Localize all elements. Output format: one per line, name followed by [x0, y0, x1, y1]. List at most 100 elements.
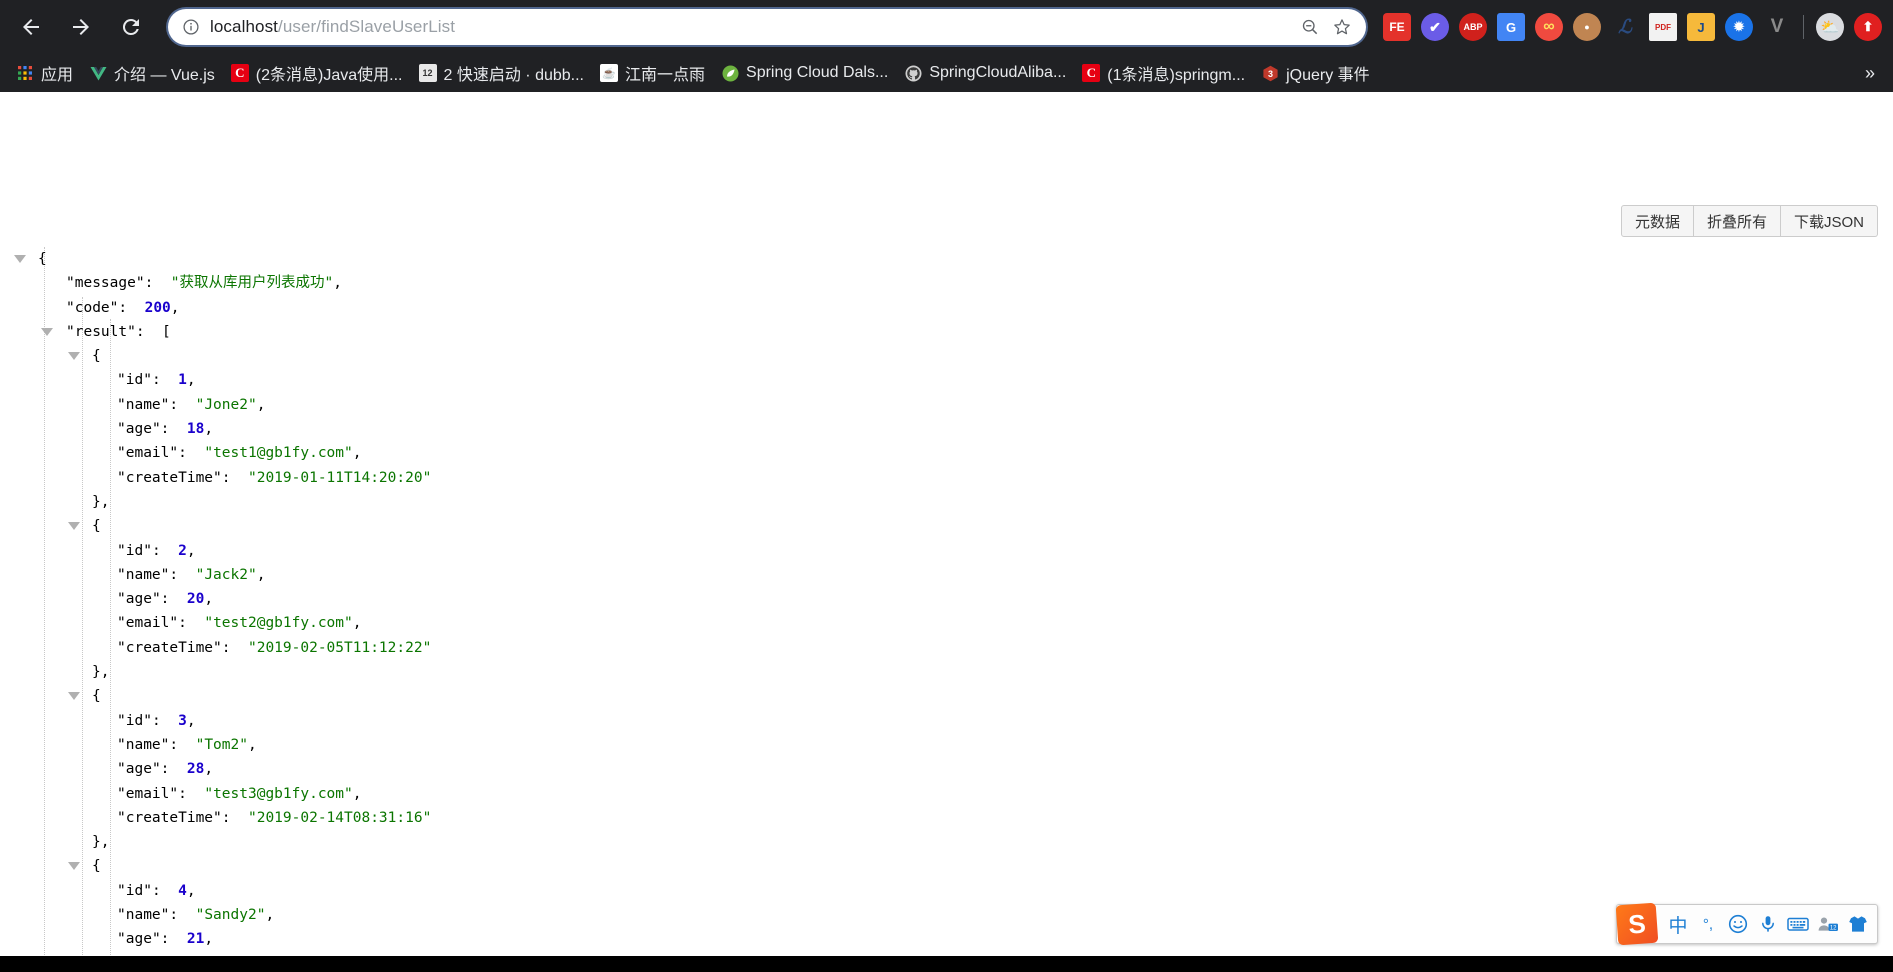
chinese-mode-icon[interactable]: 中 — [1665, 909, 1691, 939]
browser-toolbar: localhost/user/findSlaveUserList FE ✔ AB… — [0, 0, 1893, 54]
evernote-clipper-icon[interactable]: ℒ — [1611, 13, 1639, 41]
forward-button[interactable] — [61, 7, 101, 47]
json-tree-viewer: { "message": "获取从库用户列表成功", "code": 200, … — [0, 247, 431, 972]
json-value-age: 21 — [186, 931, 205, 948]
json-line-createtime: "createTime": "2019-02-05T11:12:22" — [117, 639, 432, 656]
collapse-triangle-item[interactable] — [68, 522, 80, 531]
bookmark-label: 2 快速启动 · dubb... — [443, 67, 585, 84]
svg-text:12: 12 — [1830, 925, 1837, 931]
soft-keyboard-icon[interactable] — [1785, 909, 1811, 939]
page-content-area: 元数据 折叠所有 下载JSON { "message": "获取从库用户列表成功… — [0, 92, 1893, 972]
collapse-triangle-item[interactable] — [68, 862, 80, 871]
sogou-ime-bar[interactable]: S 中 °, 12 — [1615, 902, 1878, 946]
json-value-id: 3 — [178, 712, 187, 729]
json-value-createtime: "2019-01-11T14:20:20" — [247, 469, 432, 486]
bookmarks-overflow-button[interactable]: » — [1855, 63, 1885, 84]
check-circle-icon[interactable]: ✔ — [1421, 13, 1449, 41]
json-brace: { — [38, 251, 47, 267]
bookmark-item-vuejs[interactable]: 介绍 — Vue.js — [81, 58, 223, 88]
bookmark-item-spring-cloud[interactable]: Spring Cloud Dals... — [713, 58, 896, 88]
bookmark-item-csdn-springm[interactable]: C (1条消息)springm... — [1074, 58, 1253, 88]
address-bar[interactable]: localhost/user/findSlaveUserList — [168, 9, 1366, 45]
collapse-triangle-root[interactable] — [14, 255, 26, 263]
dubbo-icon: 12 — [418, 64, 437, 82]
monkey-tampermonkey-icon[interactable]: ● — [1573, 13, 1601, 41]
infinity-newtab-label: ∞ — [1543, 18, 1555, 35]
fe-helper-icon[interactable]: FE — [1383, 13, 1411, 41]
json-line-id: "id": 4, — [117, 882, 196, 899]
collapse-all-button[interactable]: 折叠所有 — [1693, 205, 1781, 237]
bookmark-item-springcloudalibaba[interactable]: SpringCloudAliba... — [896, 58, 1074, 88]
star-icon[interactable] — [1328, 13, 1356, 41]
csdn-icon: C — [1082, 64, 1101, 82]
svg-text:3: 3 — [1268, 69, 1273, 79]
json-key-name: "name" — [117, 907, 170, 924]
json-line-id: "id": 1, — [117, 372, 196, 389]
emoji-icon[interactable] — [1725, 909, 1751, 939]
json-line-age: "age": 28, — [117, 761, 214, 778]
json-value-name: "Tom2" — [195, 736, 248, 753]
json-viewer-toolbar: 元数据 折叠所有 下载JSON — [1620, 205, 1878, 237]
json-line-object-close: }, — [0, 660, 431, 684]
check-circle-label: ✔ — [1429, 18, 1441, 35]
pdfjs-icon[interactable]: PDF — [1649, 13, 1677, 41]
download-json-button[interactable]: 下载JSON — [1780, 205, 1878, 237]
url-path: /user/findSlaveUserList — [278, 17, 456, 36]
bookmark-label: jQuery 事件 — [1286, 67, 1370, 84]
back-arrow-icon — [23, 19, 39, 35]
google-translate-icon[interactable]: G — [1497, 13, 1525, 41]
json-line-id: "id": 3, — [117, 712, 196, 729]
reload-button[interactable] — [111, 7, 151, 47]
back-button[interactable] — [11, 7, 51, 47]
voice-input-icon[interactable] — [1755, 909, 1781, 939]
apps-grid-icon — [16, 64, 34, 82]
reload-icon — [122, 18, 139, 35]
monkey-label: ● — [1584, 22, 1590, 32]
json-key-message: "message" — [66, 275, 145, 292]
collapse-triangle-result[interactable] — [41, 327, 53, 336]
bookmark-item-dubbo[interactable]: 12 2 快速启动 · dubb... — [411, 58, 593, 88]
json-line-object-open: { — [0, 854, 431, 878]
json-line-email: "email": "test2@gb1fy.com", — [117, 615, 362, 632]
vue-devtools-icon[interactable]: V — [1763, 13, 1791, 41]
json-key-createtime: "createTime" — [117, 639, 222, 656]
vue-devtools-label: V — [1770, 16, 1784, 37]
info-circle-icon[interactable] — [180, 16, 202, 38]
json-line-name: "name": "Jack2", — [117, 566, 266, 583]
bookmark-label: (1条消息)springm... — [1107, 67, 1246, 84]
user-toolbox-icon[interactable]: 12 — [1815, 909, 1841, 939]
bookmark-label: Spring Cloud Dals... — [746, 64, 889, 81]
bookmark-item-javaboy[interactable]: ☕ 江南一点雨 — [592, 58, 713, 88]
json-key-email: "email" — [117, 445, 179, 462]
json-handle-icon[interactable]: J — [1687, 13, 1715, 41]
json-line-result-open: "result": [ — [0, 320, 431, 344]
json-key-createtime: "createTime" — [117, 809, 222, 826]
profile-avatar[interactable]: ⛅ — [1816, 13, 1844, 41]
sogou-logo-icon[interactable]: S — [1615, 902, 1659, 946]
collapse-triangle-item[interactable] — [68, 692, 80, 701]
bookmark-item-apps[interactable]: 应用 — [8, 58, 81, 88]
xmind-icon[interactable]: ✹ — [1725, 13, 1753, 41]
forward-arrow-icon — [73, 19, 89, 35]
json-line-object-open: { — [0, 684, 431, 708]
json-value-id: 4 — [178, 882, 187, 899]
collapse-triangle-item[interactable] — [68, 352, 80, 361]
url-host: localhost — [210, 17, 278, 36]
json-key-result: "result" — [66, 323, 136, 340]
json-value-message: "获取从库用户列表成功" — [170, 275, 334, 292]
chrome-menu-icon[interactable]: ⬆ — [1854, 13, 1882, 41]
bookmark-item-jquery-events[interactable]: 3 jQuery 事件 — [1253, 58, 1378, 88]
metadata-button[interactable]: 元数据 — [1620, 205, 1694, 237]
bookmark-item-csdn-java[interactable]: C (2条消息)Java使用... — [223, 58, 411, 88]
skin-icon[interactable] — [1845, 909, 1871, 939]
punctuation-mode-icon[interactable]: °, — [1695, 909, 1721, 939]
adblock-plus-icon[interactable]: ABP — [1459, 13, 1487, 41]
infinity-newtab-icon[interactable]: ∞ — [1535, 13, 1563, 41]
zoom-out-icon[interactable] — [1296, 13, 1324, 41]
google-translate-label: G — [1505, 19, 1517, 35]
csdn-icon-label: C — [235, 65, 245, 80]
evernote-label: ℒ — [1618, 16, 1632, 38]
json-handle-label: J — [1697, 19, 1705, 35]
json-key-name: "name" — [117, 736, 170, 753]
json-line-name: "name": "Tom2", — [117, 736, 257, 753]
